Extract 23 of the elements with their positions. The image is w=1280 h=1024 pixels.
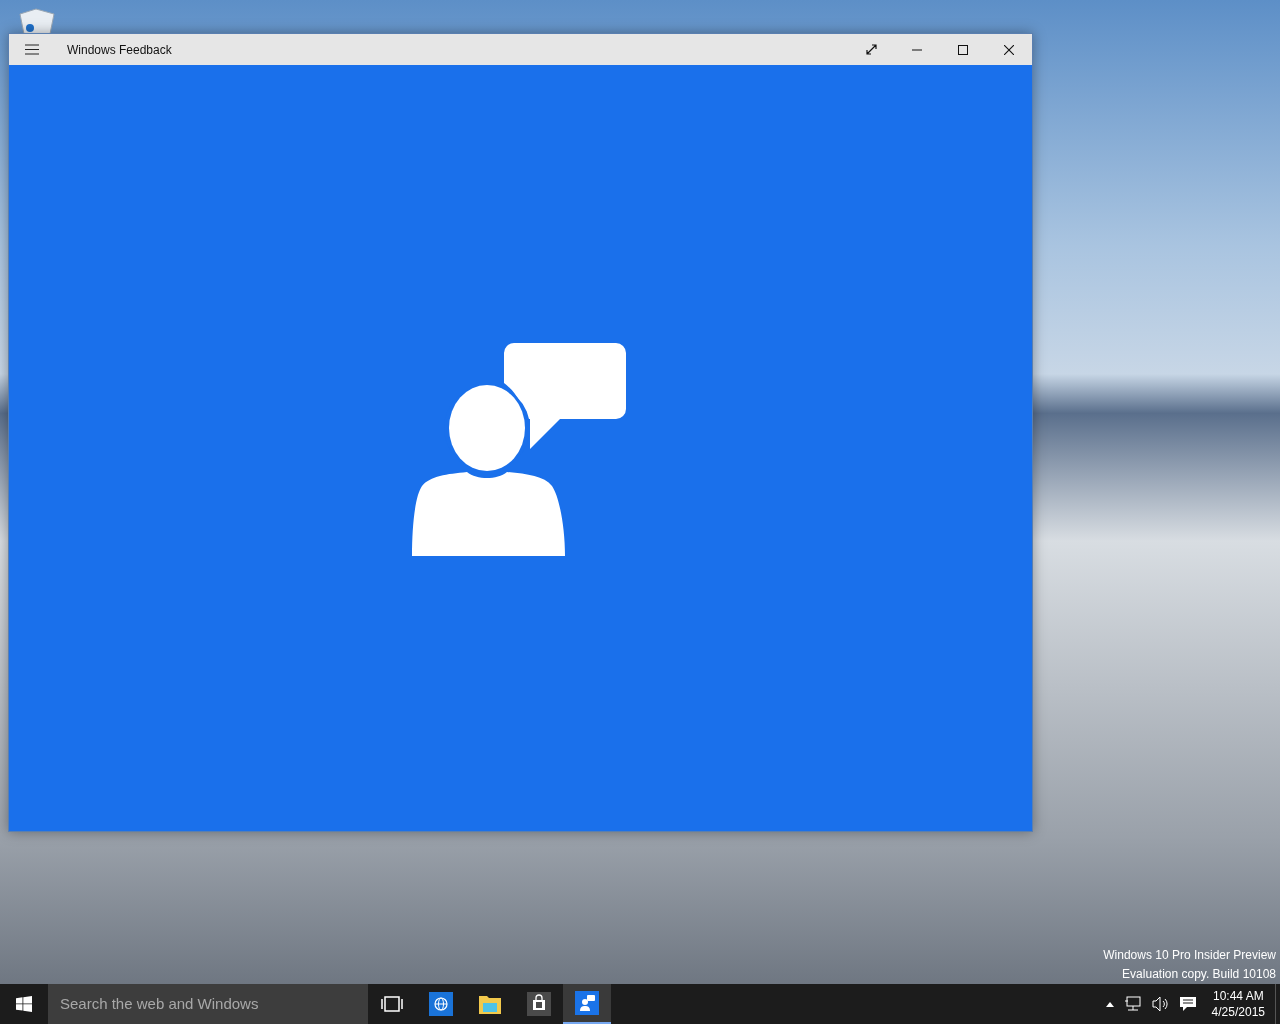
person-speech-icon	[575, 991, 599, 1015]
clock-time: 10:44 AM	[1212, 988, 1264, 1004]
globe-icon	[428, 992, 453, 1016]
minimize-icon	[912, 48, 922, 51]
expand-arrows-icon	[865, 44, 877, 55]
maximize-icon	[958, 44, 968, 55]
windows-logo-icon	[16, 996, 32, 1012]
clock-date: 4/25/2015	[1211, 1004, 1265, 1020]
taskbar-app-button[interactable]	[563, 984, 611, 1024]
network-icon	[1123, 996, 1142, 1012]
search-field[interactable]: Search the web and Windows	[48, 984, 368, 1024]
build-notice-text: Windows 10 Pro Insider Preview	[1103, 947, 1276, 964]
recycle-bin-icon	[18, 8, 56, 34]
folder-icon	[477, 993, 502, 1015]
close-icon	[1004, 44, 1014, 55]
menu-icon	[25, 44, 39, 55]
person-speech-bubble-icon	[412, 343, 626, 557]
notification-icon	[1179, 996, 1196, 1012]
speaker-icon	[1151, 996, 1170, 1012]
window-title: Windows Feedback	[67, 41, 172, 59]
chevron-up-icon	[1105, 1001, 1114, 1007]
task-view-icon	[380, 996, 403, 1012]
build-notice-text: Evaluation copy. Build 10108	[1122, 966, 1276, 983]
